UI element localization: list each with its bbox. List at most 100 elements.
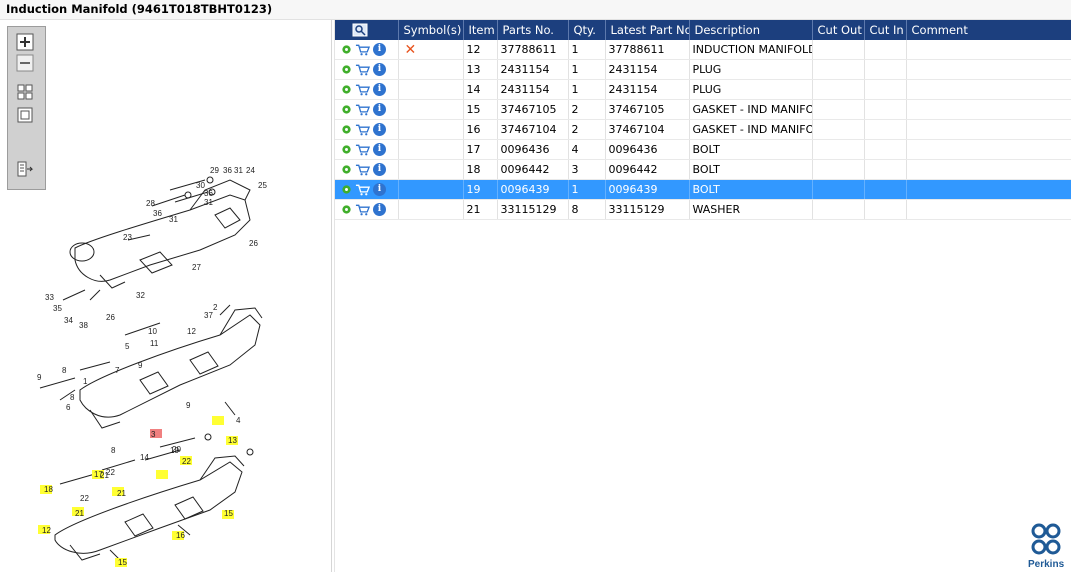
callout-label[interactable]: 12 [42, 526, 51, 535]
callout-label[interactable]: 9 [138, 361, 143, 370]
callout-label[interactable]: 16 [176, 531, 185, 540]
callout-label[interactable]: 9 [186, 401, 191, 410]
callout-label[interactable]: 25 [258, 181, 267, 190]
callout-label[interactable]: 33 [45, 293, 54, 302]
zoom-in-icon[interactable] [16, 33, 34, 51]
table-row[interactable]: i 13 2431154 1 2431154 PLUG [335, 59, 1071, 80]
callout-label[interactable]: 12 [187, 327, 196, 336]
callout-label[interactable]: 5 [125, 342, 130, 351]
callout-label[interactable]: 37 [204, 311, 213, 320]
callout-label[interactable]: 35 [53, 304, 62, 313]
callout-label[interactable]: 38 [79, 321, 88, 330]
callout-label[interactable]: 22 [106, 468, 115, 477]
callout-label[interactable]: 22 [80, 494, 89, 503]
column-header-description[interactable]: Description [689, 20, 813, 40]
gear-icon[interactable] [341, 144, 352, 155]
info-icon[interactable]: i [373, 103, 386, 116]
callout-label[interactable]: 8 [111, 446, 116, 455]
callout-label[interactable]: 7 [115, 366, 120, 375]
info-icon[interactable]: i [373, 183, 386, 196]
table-row[interactable]: i 19 0096439 1 0096439 BOLT [335, 179, 1071, 200]
info-icon[interactable]: i [373, 143, 386, 156]
callout-label[interactable]: 36 [204, 189, 213, 198]
callout-label[interactable]: 14 [140, 453, 149, 462]
callout-label[interactable]: 31 [234, 166, 243, 175]
fit-window-icon[interactable] [16, 106, 34, 124]
callout-label[interactable]: 17 [94, 470, 103, 479]
column-header-parts-no[interactable]: Parts No. [497, 20, 569, 40]
table-row[interactable]: i1537467105237467105GASKET - IND MANIFOL… [335, 99, 1071, 120]
fit-all-icon[interactable] [16, 83, 34, 101]
callout-label[interactable]: 32 [136, 291, 145, 300]
callout-label[interactable]: 21 [75, 509, 84, 518]
column-header-latest-part-no[interactable]: Latest Part No. [605, 20, 690, 40]
gear-icon[interactable] [341, 84, 352, 95]
cart-icon[interactable] [355, 124, 370, 136]
info-icon[interactable]: i [373, 163, 386, 176]
table-row[interactable]: i 21 33115129 8 33115129 WASHER [335, 199, 1071, 220]
callout-label[interactable]: 24 [246, 166, 255, 175]
zoom-out-icon[interactable] [16, 54, 34, 72]
table-row[interactable]: i 14 2431154 1 2431154 PLUG [335, 79, 1071, 100]
cart-icon[interactable] [355, 164, 370, 176]
info-icon[interactable]: i [373, 83, 386, 96]
column-header-item[interactable]: Item [463, 20, 498, 40]
callout-label[interactable]: 34 [64, 316, 73, 325]
callout-label[interactable]: 23 [123, 233, 132, 242]
cart-icon[interactable] [355, 104, 370, 116]
callout-label[interactable]: 27 [192, 263, 201, 272]
column-header-qty[interactable]: Qty. [568, 20, 606, 40]
column-header-cut-in[interactable]: Cut In [864, 20, 907, 40]
info-icon[interactable]: i [373, 123, 386, 136]
gear-icon[interactable] [341, 124, 352, 135]
cart-icon[interactable] [355, 64, 370, 76]
table-row[interactable]: i1637467104237467104GASKET - IND MANIFOL… [335, 119, 1071, 140]
callout-label[interactable]: 11 [150, 339, 159, 348]
callout-label[interactable]: 8 [62, 366, 67, 375]
gear-icon[interactable] [341, 164, 352, 175]
gear-icon[interactable] [341, 204, 352, 215]
cart-icon[interactable] [355, 204, 370, 216]
diagram-pane[interactable]: 29 36 31 24 25 30 36 31 28 36 31 23 27 26 33 35 34 38 26 32… [0, 20, 332, 572]
gear-icon[interactable] [341, 44, 352, 55]
cart-icon[interactable] [355, 44, 370, 56]
callout-label[interactable]: 8 [70, 393, 75, 402]
callout-label[interactable]: 29 [210, 166, 219, 175]
callout-label[interactable]: 36 [153, 209, 162, 218]
callout-label[interactable]: 31 [169, 215, 178, 224]
callout-label[interactable]: 20 [172, 445, 181, 454]
gear-icon[interactable] [341, 64, 352, 75]
column-header-symbol-s[interactable]: Symbol(s) [398, 20, 464, 40]
callout-label[interactable]: 21 [117, 489, 126, 498]
callout-label[interactable]: 15 [118, 558, 127, 567]
gear-icon[interactable] [341, 184, 352, 195]
column-header-comment[interactable]: Comment [906, 20, 1071, 40]
callout-label[interactable]: 6 [66, 403, 71, 412]
column-header-actions[interactable] [335, 20, 399, 40]
callout-label[interactable]: 13 [228, 436, 237, 445]
callout-label[interactable]: 15 [224, 509, 233, 518]
callout-label[interactable]: 26 [249, 239, 258, 248]
table-row[interactable]: i 18 0096442 3 0096442 BOLT [335, 159, 1071, 180]
exploded-parts-diagram[interactable]: 29 36 31 2425303631283631232726333534382632… [30, 140, 330, 570]
callout-label[interactable]: 31 [204, 198, 213, 207]
gear-icon[interactable] [341, 104, 352, 115]
info-icon[interactable]: i [373, 203, 386, 216]
callout-label[interactable]: 10 [148, 327, 157, 336]
callout-label[interactable]: 36 [223, 166, 232, 175]
cart-icon[interactable] [355, 84, 370, 96]
callout-label[interactable]: 9 [37, 373, 42, 382]
callout-label[interactable]: 22 [182, 457, 191, 466]
callout-label[interactable]: 28 [146, 199, 155, 208]
callout-label[interactable]: 26 [106, 313, 115, 322]
table-row[interactable]: i ✕ 12 37788611 1 37788611 INDUCTION MANIFOLD [335, 40, 1071, 60]
table-row[interactable]: i 17 0096436 4 0096436 BOLT [335, 139, 1071, 160]
cart-icon[interactable] [355, 184, 370, 196]
info-icon[interactable]: i [373, 43, 386, 56]
callout-label[interactable]: 4 [236, 416, 241, 425]
search-parts-icon[interactable] [352, 23, 368, 37]
callout-label[interactable]: 2 [213, 303, 218, 312]
callout-label[interactable]: 3 [151, 430, 156, 439]
cart-icon[interactable] [355, 144, 370, 156]
column-header-cut-out[interactable]: Cut Out [812, 20, 865, 40]
